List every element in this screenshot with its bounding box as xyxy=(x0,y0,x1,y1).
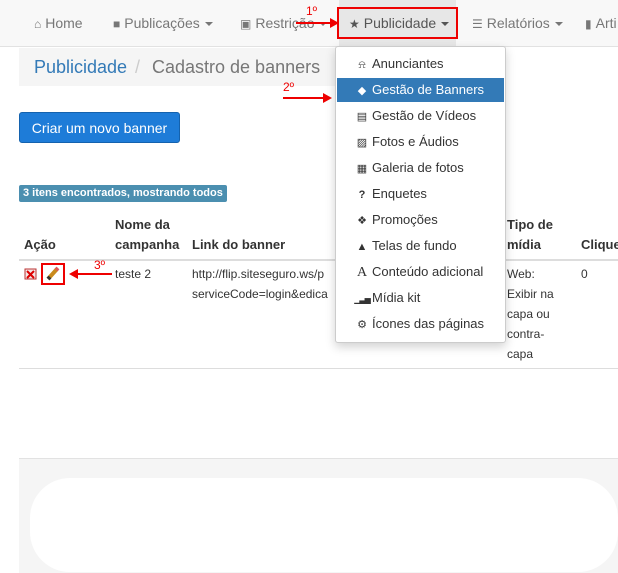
cell-media-line4: contra- xyxy=(507,327,545,341)
tint-icon: ▲ xyxy=(356,241,368,253)
menu-item-label: Galeria de fotos xyxy=(372,160,464,175)
delete-icon[interactable] xyxy=(24,267,38,281)
menu-item-midia-kit[interactable]: ▁▃▅ Mídia kit xyxy=(337,286,504,310)
menu-item-label: Gestão de Vídeos xyxy=(372,108,477,123)
cell-media-line2: Exibir na xyxy=(507,287,554,301)
menu-item-telas-fundo[interactable]: ▲ Telas de fundo xyxy=(337,234,504,258)
breadcrumb-separator: / xyxy=(135,57,141,77)
caret-down-icon xyxy=(554,22,563,27)
menu-item-label: Mídia kit xyxy=(372,290,421,305)
col-header-tipo-midia: Tipo de mídia xyxy=(507,217,553,252)
gift-icon: ❖ xyxy=(357,215,367,227)
menu-item-fotos-audios[interactable]: ▨ Fotos e Áudios xyxy=(337,130,504,154)
menu-item-conteudo-adicional[interactable]: A Conteúdo adicional xyxy=(337,260,504,284)
menu-item-label: Promoções xyxy=(372,212,438,227)
bell-icon: ⍾ xyxy=(358,59,366,71)
table-row-divider xyxy=(19,368,618,369)
menu-item-label: Ícones das páginas xyxy=(372,316,485,331)
th-large-icon: ▦ xyxy=(356,163,368,175)
nav-home-label: Home xyxy=(45,15,83,31)
nav-artigos[interactable]: ▮ Arti xyxy=(585,0,617,46)
tags-icon: ◆ xyxy=(357,85,367,97)
file-icon: ■ xyxy=(113,17,121,31)
caret-down-icon xyxy=(204,22,213,27)
menu-item-galeria-fotos[interactable]: ▦ Galeria de fotos xyxy=(337,156,504,180)
lock-icon: ▣ xyxy=(240,17,252,31)
pencil-icon[interactable] xyxy=(45,266,61,282)
cell-clicks: 0 xyxy=(581,267,588,281)
home-icon: ⌂ xyxy=(34,17,42,31)
picture-icon: ▨ xyxy=(356,137,368,149)
table-header-divider xyxy=(19,259,618,261)
menu-item-anunciantes[interactable]: ⍾ Anunciantes xyxy=(337,52,504,76)
bookmark-icon: ▮ xyxy=(585,17,592,31)
menu-item-enquetes[interactable]: ? Enquetes xyxy=(337,182,504,206)
cell-banner-link-line2: serviceCode=login&edica xyxy=(192,287,328,301)
nav-artigos-label: Arti xyxy=(595,15,617,31)
redacted-area xyxy=(30,478,618,572)
menu-item-label: Anunciantes xyxy=(372,56,444,71)
cell-campaign-name: teste 2 xyxy=(115,267,152,281)
nav-relatorios-label: Relatórios xyxy=(486,15,550,31)
menu-item-label: Telas de fundo xyxy=(372,238,457,253)
menu-item-gestao-banners[interactable]: ◆ Gestão de Banners xyxy=(337,78,504,102)
highlight-box-step1 xyxy=(337,7,458,39)
nav-publicacoes-label: Publicações xyxy=(124,15,200,31)
menu-item-label: Gestão de Banners xyxy=(372,82,485,97)
nav-publicacoes[interactable]: ■ Publicações xyxy=(113,0,213,46)
col-header-nome-campanha: Nome da campanha xyxy=(115,217,180,252)
question-sign-icon: ? xyxy=(358,189,366,201)
menu-item-label: Fotos e Áudios xyxy=(372,134,459,149)
breadcrumb-current: Cadastro de banners xyxy=(152,57,321,77)
signal-icon: ▁▃▅ xyxy=(354,295,370,304)
arrow-step3-icon xyxy=(69,269,112,279)
breadcrumb: Publicidade / Cadastro de banners xyxy=(19,48,349,86)
nav-home[interactable]: ⌂ Home xyxy=(34,0,83,46)
results-count-badge: 3 itens encontrados, mostrando todos xyxy=(19,185,227,202)
font-icon: A xyxy=(356,265,368,280)
cell-banner-link-line1: http://flip.siteseguro.ws/p xyxy=(192,267,325,281)
film-icon: ▤ xyxy=(356,111,368,123)
cell-media-line3: capa ou xyxy=(507,307,550,321)
col-header-acao: Ação xyxy=(24,237,56,252)
publicidade-dropdown-menu: ⍾ Anunciantes ◆ Gestão de Banners ▤ Gestão … xyxy=(335,46,506,343)
cog-icon: ⚙ xyxy=(357,319,367,331)
arrow-step1-icon xyxy=(296,18,339,28)
col-header-clique: Clique xyxy=(581,237,618,252)
menu-item-gestao-videos[interactable]: ▤ Gestão de Vídeos xyxy=(337,104,504,128)
cell-media-line1: Web: xyxy=(507,267,535,281)
create-banner-button[interactable]: Criar um novo banner xyxy=(19,112,180,143)
menu-item-promocoes[interactable]: ❖ Promoções xyxy=(337,208,504,232)
nav-relatorios[interactable]: ☰ Relatórios xyxy=(472,0,563,46)
cell-media-line5: capa xyxy=(507,347,534,361)
breadcrumb-link-publicidade[interactable]: Publicidade xyxy=(34,57,127,78)
arrow-step2-icon xyxy=(283,93,332,103)
list-icon: ☰ xyxy=(472,17,483,31)
menu-item-label: Enquetes xyxy=(372,186,427,201)
menu-item-label: Conteúdo adicional xyxy=(372,264,484,279)
menu-item-icones-paginas[interactable]: ⚙ Ícones das páginas xyxy=(337,312,504,336)
col-header-link-banner: Link do banner xyxy=(192,237,286,252)
